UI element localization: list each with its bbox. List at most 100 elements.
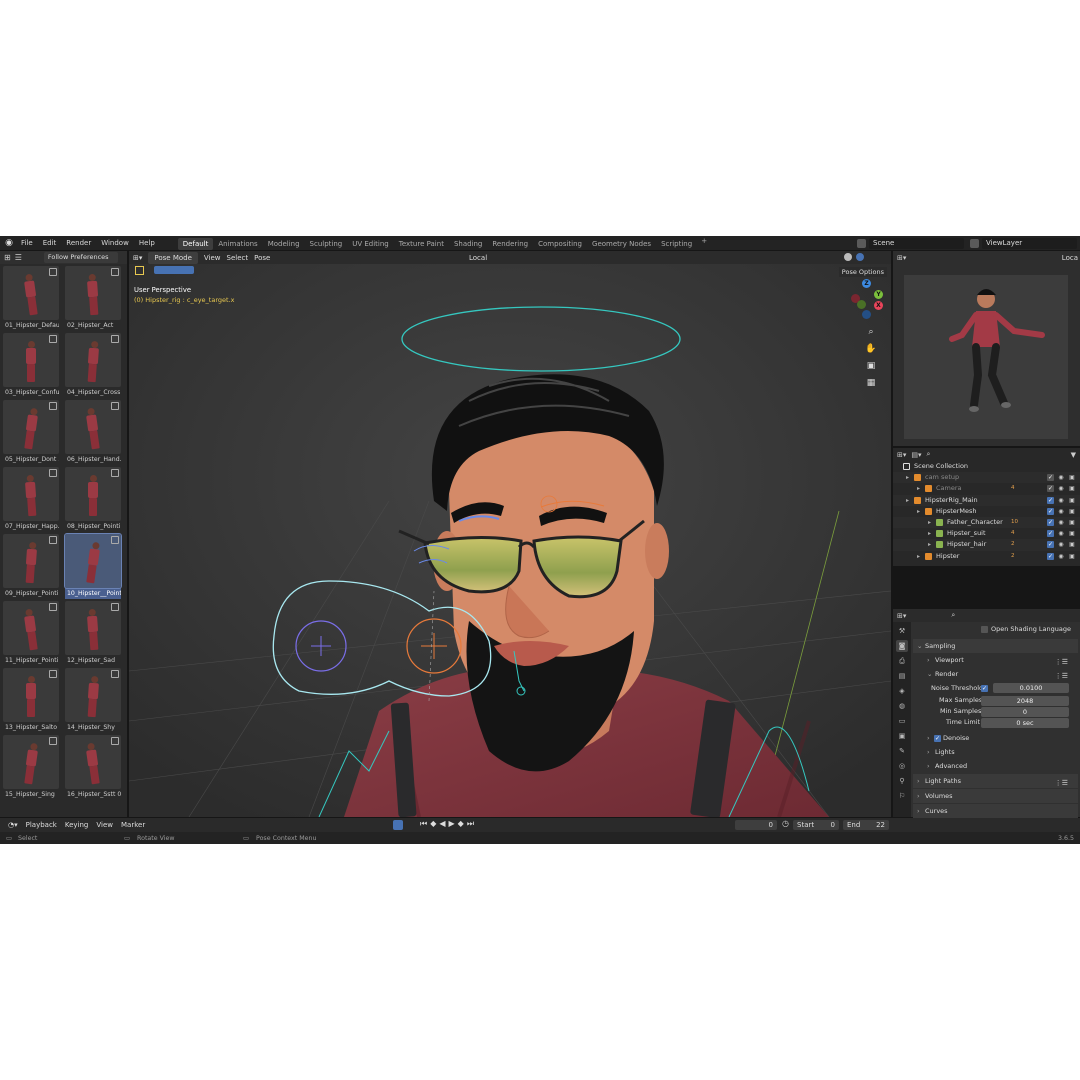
tab-default[interactable]: Default <box>177 237 214 250</box>
exclude-checkbox[interactable]: ✓ <box>1047 541 1054 549</box>
outliner-row[interactable]: ▸ cam setup ✓ ◉ ▣ <box>893 472 1080 484</box>
volumes-panel-header[interactable]: › Volumes <box>913 789 1078 803</box>
lights-subpanel[interactable]: › Lights <box>913 745 1078 759</box>
asset-edit-icon[interactable] <box>111 402 119 410</box>
mode-dropdown[interactable]: Pose Mode <box>148 251 198 264</box>
eye-icon[interactable]: ◉ <box>1057 485 1065 492</box>
tab-texture-paint[interactable]: Texture Paint <box>394 238 449 250</box>
preset-list-icon[interactable]: ⋮☰ <box>1055 776 1068 790</box>
camera-render-icon[interactable]: ▣ <box>1068 530 1076 537</box>
tab-sculpting[interactable]: Sculpting <box>305 238 348 250</box>
asset-item[interactable]: 09_Hipster_Pointi... <box>3 534 59 601</box>
eye-icon[interactable]: ◉ <box>1057 519 1065 526</box>
menu-timeline-view[interactable]: View <box>92 821 117 829</box>
outliner-row[interactable]: Scene Collection <box>893 461 1080 472</box>
tab-data-icon[interactable]: ⚐ <box>896 790 908 802</box>
asset-edit-icon[interactable] <box>111 335 119 343</box>
menu-pose[interactable]: Pose <box>254 252 270 264</box>
tab-tool-icon[interactable]: ⚒ <box>896 625 908 637</box>
menu-view[interactable]: View <box>204 252 221 264</box>
jump-start-icon[interactable]: ⏮ <box>420 819 427 829</box>
tab-animations[interactable]: Animations <box>213 238 262 250</box>
end-frame-field[interactable]: End 22 <box>843 820 889 830</box>
asset-thumbnail[interactable] <box>3 601 59 655</box>
tab-render-icon[interactable]: ◙ <box>896 640 908 652</box>
properties-search-icon[interactable]: ⌕ <box>951 611 955 620</box>
play-reverse-icon[interactable]: ◀ <box>439 819 445 829</box>
asset-item[interactable]: 01_Hipster_Default <box>3 266 59 333</box>
menu-render[interactable]: Render <box>61 236 96 250</box>
select-mode-icons[interactable] <box>154 266 194 274</box>
eye-icon[interactable]: ◉ <box>1057 530 1065 537</box>
camera-render-icon[interactable]: ▣ <box>1068 508 1076 515</box>
jump-end-icon[interactable]: ⏭ <box>467 819 474 829</box>
asset-item[interactable]: 15_Hipster_Sing <box>3 735 59 802</box>
outliner-row[interactable]: ▸ Hipster 2 ✓ ◉ ▣ <box>893 551 1080 562</box>
asset-thumbnail[interactable] <box>65 467 121 521</box>
asset-edit-icon[interactable] <box>111 737 119 745</box>
menu-select[interactable]: Select <box>227 252 249 264</box>
expand-arrow-icon[interactable]: ▸ <box>928 517 931 528</box>
exclude-checkbox[interactable]: ✓ <box>1047 530 1054 538</box>
eye-icon[interactable]: ◉ <box>1057 541 1065 548</box>
eye-icon[interactable]: ◉ <box>1057 508 1065 515</box>
tab-shading[interactable]: Shading <box>449 238 487 250</box>
tab-world-icon[interactable]: ◍ <box>896 700 908 712</box>
pan-hand-icon[interactable]: ✋ <box>865 343 877 355</box>
current-frame-field[interactable]: 0 <box>735 820 777 830</box>
camera-render-icon[interactable]: ▣ <box>1068 485 1076 492</box>
gizmo-z-axis[interactable]: Z <box>862 279 871 288</box>
asset-thumbnail[interactable] <box>65 266 121 320</box>
prev-keyframe-icon[interactable]: ◆ <box>430 819 436 829</box>
tab-compositing[interactable]: Compositing <box>533 238 587 250</box>
tab-collection-icon[interactable]: ▭ <box>896 715 908 727</box>
hamburger-menu-icon[interactable]: ☰ <box>15 253 22 262</box>
asset-edit-icon[interactable] <box>49 268 57 276</box>
display-mode-icon[interactable]: ▤▾ <box>911 451 921 459</box>
camera-render-icon[interactable]: ▣ <box>1068 497 1076 504</box>
tab-scripting[interactable]: Scripting <box>656 238 697 250</box>
tab-rendering[interactable]: Rendering <box>487 238 533 250</box>
exclude-checkbox[interactable]: ✓ <box>1047 485 1054 493</box>
asset-item[interactable]: 02_Hipster_Act <box>65 266 121 333</box>
expand-arrow-icon[interactable]: ▸ <box>928 539 931 550</box>
editor-type-icon[interactable]: ⊞▾ <box>897 451 906 459</box>
navigation-gizmo[interactable]: Z Y X ⌕ ✋ ▣ ▦ <box>841 276 891 401</box>
noise-threshold-checkbox[interactable]: ✓ <box>981 685 988 692</box>
menu-playback[interactable]: Playback <box>22 821 61 829</box>
gizmo-y-axis[interactable]: Y <box>874 290 883 299</box>
asset-item[interactable]: 05_Hipster_Dont ... <box>3 400 59 467</box>
scene-name-field[interactable]: Scene <box>869 237 964 249</box>
asset-edit-icon[interactable] <box>111 469 119 477</box>
light-paths-panel-header[interactable]: › Light Paths ⋮☰ <box>913 774 1078 788</box>
tab-uv-editing[interactable]: UV Editing <box>347 238 394 250</box>
play-icon[interactable]: ▶ <box>449 819 455 829</box>
asset-item[interactable]: 10_Hipster__Point... <box>64 533 122 601</box>
viewport-subpanel[interactable]: › Viewport ⋮☰ <box>913 653 1078 667</box>
tab-output-icon[interactable]: ⎙ <box>896 655 908 667</box>
expand-arrow-icon[interactable]: ▸ <box>917 551 920 562</box>
shading-material-icon[interactable] <box>856 253 864 261</box>
eye-icon[interactable]: ◉ <box>1057 553 1065 560</box>
outliner-row[interactable]: ▸ Hipster_hair 2 ✓ ◉ ▣ <box>893 539 1080 551</box>
asset-edit-icon[interactable] <box>111 268 119 276</box>
outliner-row[interactable]: ▸ Hipster_suit 4 ✓ ◉ ▣ <box>893 528 1080 539</box>
camera-view-icon[interactable]: ▣ <box>865 360 877 372</box>
asset-thumbnail[interactable] <box>3 467 59 521</box>
exclude-checkbox[interactable]: ✓ <box>1047 507 1054 515</box>
expand-arrow-icon[interactable]: ▸ <box>906 495 909 506</box>
gizmo-x-axis[interactable]: X <box>874 301 883 310</box>
asset-thumbnail[interactable] <box>65 668 121 722</box>
tab-physics-icon[interactable]: ◎ <box>896 760 908 772</box>
outliner-row[interactable]: ▸ HipsterRig_Main ✓ ◉ ▣ <box>893 494 1080 506</box>
asset-thumbnail[interactable] <box>65 601 121 655</box>
asset-edit-icon[interactable] <box>49 670 57 678</box>
eye-icon[interactable]: ◉ <box>1057 497 1065 504</box>
eye-icon[interactable]: ◉ <box>1057 474 1065 481</box>
tab-view-layer-icon[interactable]: ▤ <box>896 670 908 682</box>
asset-edit-icon[interactable] <box>49 536 57 544</box>
time-limit-field[interactable]: 0 sec <box>981 717 1069 728</box>
max-samples-field[interactable]: 2048 <box>981 695 1069 706</box>
asset-edit-icon[interactable] <box>111 603 119 611</box>
tab-geometry-nodes[interactable]: Geometry Nodes <box>587 238 656 250</box>
